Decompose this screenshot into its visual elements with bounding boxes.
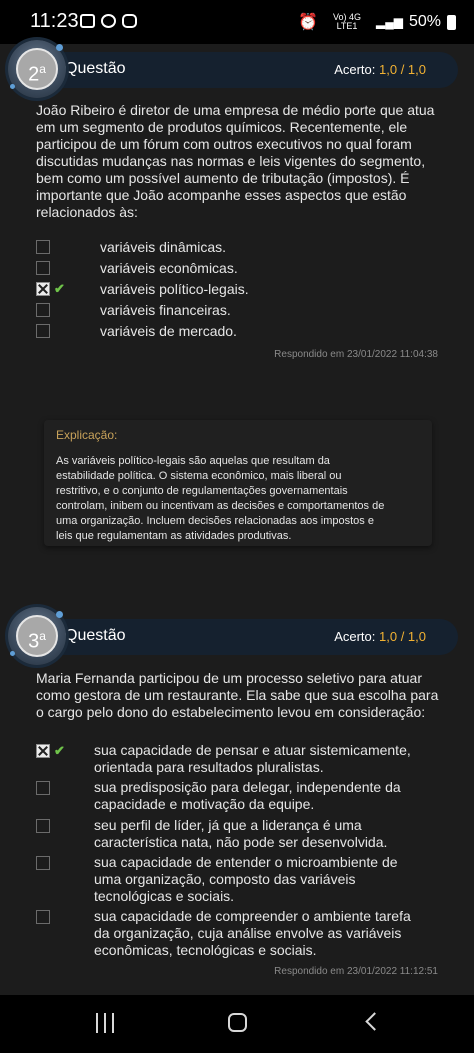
back-icon[interactable] xyxy=(365,1012,384,1031)
option-label: variáveis de mercado. xyxy=(100,323,237,339)
explanation-text: As variáveis político-legais são aquelas… xyxy=(56,455,385,542)
explanation-box: Explicação: As variáveis político-legais… xyxy=(44,420,432,546)
correct-check-icon: ✔ xyxy=(54,281,65,296)
status-bar: 11:23 ⏰ Vo) 4G LTE1 ▂▄▆ 50% xyxy=(0,0,474,44)
system-icons: ⏰ Vo) 4G LTE1 ▂▄▆ 50% xyxy=(298,12,456,32)
instagram-icon xyxy=(122,14,137,28)
question-2-prompt: João Ribeiro é diretor de uma empresa de… xyxy=(36,102,435,220)
score: Acerto: 1,0 / 1,0 xyxy=(334,629,426,644)
signal-icon: ▂▄▆ xyxy=(376,15,403,29)
option-checkbox-checked[interactable] xyxy=(36,282,50,296)
correct-check-icon: ✔ xyxy=(54,743,65,758)
option-checkbox[interactable] xyxy=(36,240,50,254)
home-icon[interactable] xyxy=(228,1013,247,1032)
question-3-header: Questão Acerto: 1,0 / 1,0 xyxy=(18,619,458,655)
answered-timestamp: Respondido em 23/01/2022 11:12:51 xyxy=(274,966,438,977)
question-2-header: Questão Acerto: 1,0 / 1,0 xyxy=(18,52,458,88)
question-number-badge: 3a xyxy=(8,607,66,665)
question-3-prompt: Maria Fernanda participou de um processo… xyxy=(36,670,439,720)
battery-icon xyxy=(447,14,456,30)
notification-icons xyxy=(80,14,137,28)
option-label: seu perfil de líder, já que a liderança … xyxy=(94,817,388,850)
explanation-title: Explicação: xyxy=(56,428,118,442)
network-indicator: Vo) 4G LTE1 xyxy=(332,12,361,31)
gallery-icon xyxy=(80,14,95,28)
option-checkbox-checked[interactable] xyxy=(36,744,50,758)
score: Acerto: 1,0 / 1,0 xyxy=(334,62,426,77)
option-checkbox[interactable] xyxy=(36,303,50,317)
option-checkbox[interactable] xyxy=(36,261,50,275)
battery-percent: 50% xyxy=(408,13,441,30)
clock: 11:23 xyxy=(30,10,79,32)
option-label: sua predisposição para delegar, independ… xyxy=(94,779,401,812)
navigation-bar xyxy=(0,995,474,1053)
option-label: sua capacidade de entender o microambien… xyxy=(94,854,398,904)
option-checkbox[interactable] xyxy=(36,856,50,870)
whatsapp-icon xyxy=(101,14,116,28)
question-label: Questão xyxy=(65,627,126,644)
option-label: variáveis político-legais. xyxy=(100,281,249,297)
option-checkbox[interactable] xyxy=(36,324,50,338)
option-label: variáveis econômicas. xyxy=(100,260,238,276)
option-checkbox[interactable] xyxy=(36,819,50,833)
option-checkbox[interactable] xyxy=(36,910,50,924)
option-label: sua capacidade de pensar e atuar sistemi… xyxy=(94,742,411,775)
question-label: Questão xyxy=(65,60,126,77)
answered-timestamp: Respondido em 23/01/2022 11:04:38 xyxy=(274,349,438,360)
option-checkbox[interactable] xyxy=(36,781,50,795)
recent-apps-icon[interactable] xyxy=(96,1013,114,1033)
option-label: sua capacidade de compreender o ambiente… xyxy=(94,908,411,958)
question-number-badge: 2a xyxy=(8,40,66,98)
option-label: variáveis financeiras. xyxy=(100,302,231,318)
alarm-icon: ⏰ xyxy=(298,14,318,31)
option-label: variáveis dinâmicas. xyxy=(100,239,227,255)
